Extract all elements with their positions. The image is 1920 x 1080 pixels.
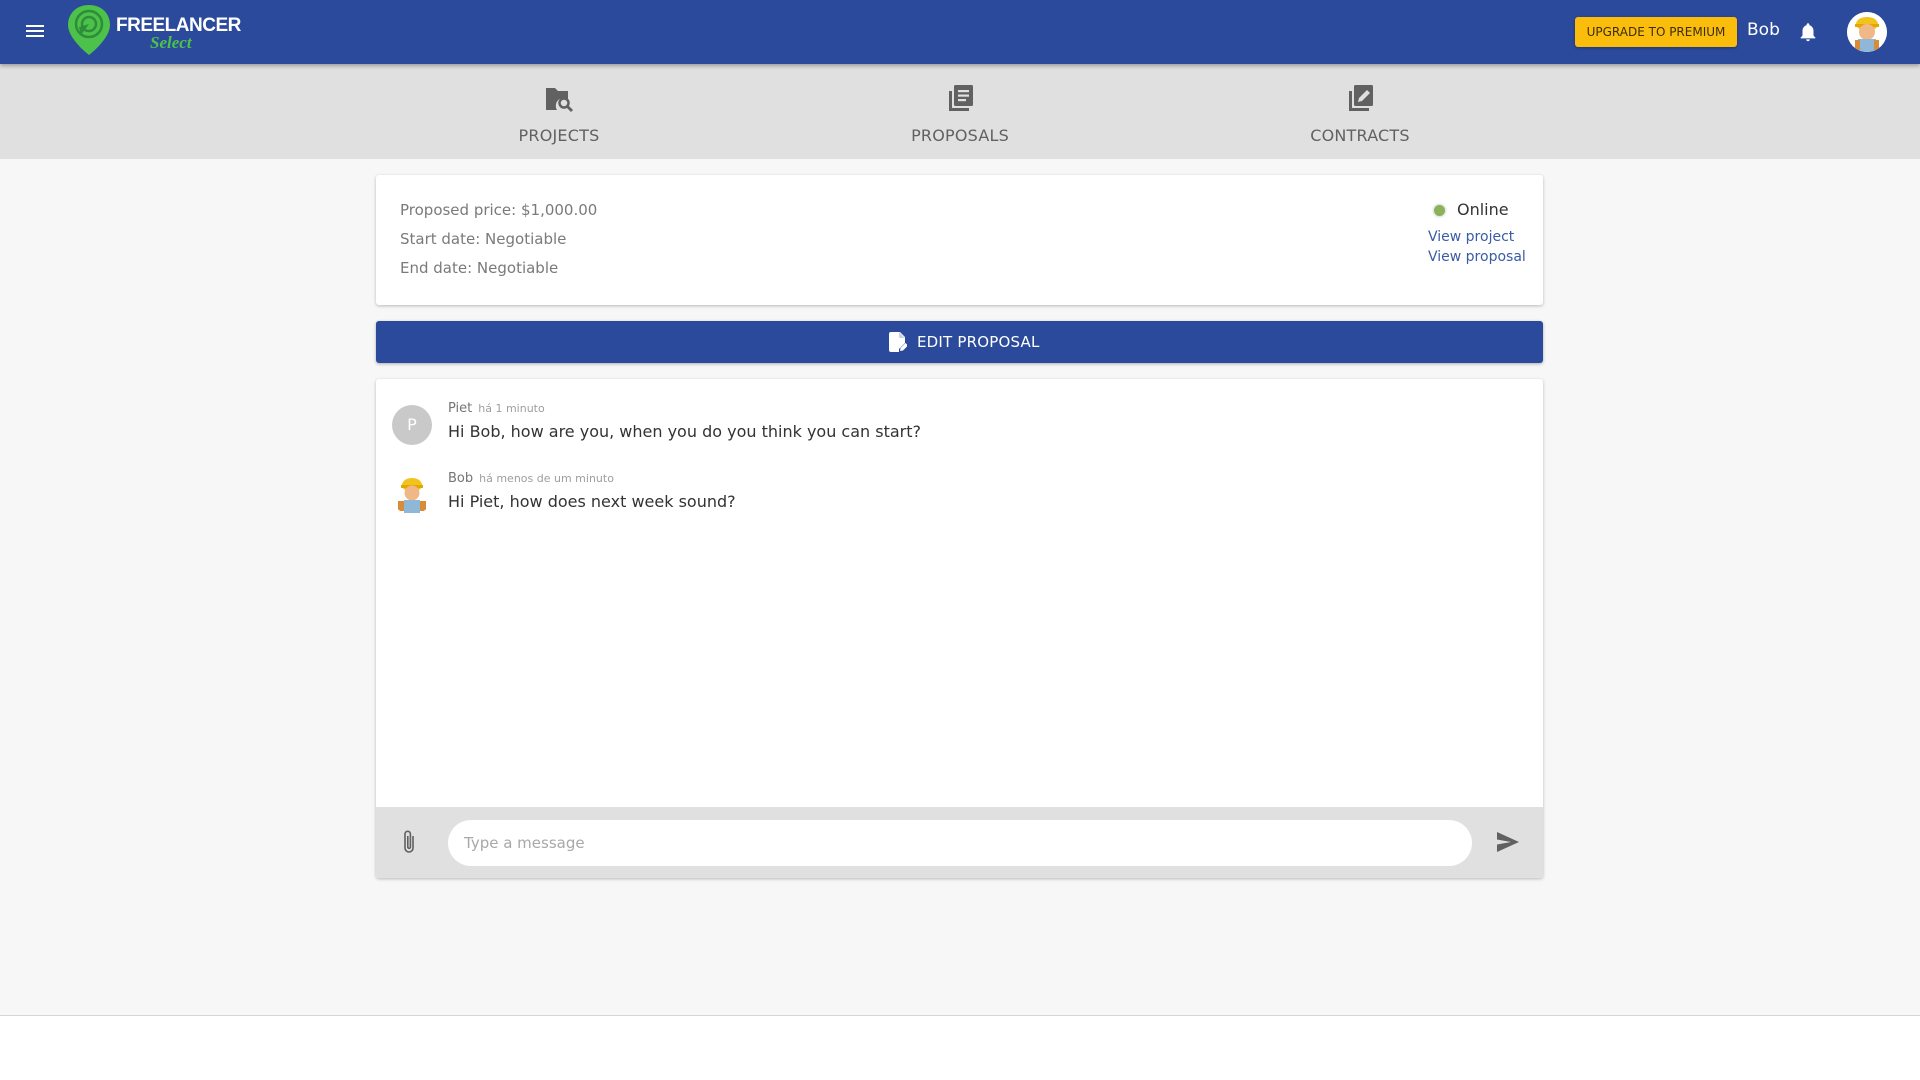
hamburger-menu-icon[interactable] bbox=[24, 22, 48, 42]
message-text: Hi Piet, how does next week sound? bbox=[448, 492, 736, 511]
message-author: Bob há menos de um minuto bbox=[448, 471, 614, 486]
app-header: FREELANCER Select UPGRADE TO PREMIUM Bob bbox=[0, 0, 1920, 64]
tab-label: CONTRACTS bbox=[1310, 126, 1410, 145]
tab-proposals[interactable]: PROPOSALS bbox=[860, 64, 1060, 159]
edit-document-icon bbox=[1349, 85, 1373, 111]
chat-panel: P Piet há 1 minuto Hi Bob, how are you, w… bbox=[376, 379, 1543, 878]
message-input[interactable] bbox=[448, 820, 1472, 866]
proposal-info-card: Proposed price: $1,000.00 Start date: Ne… bbox=[376, 175, 1543, 305]
edit-proposal-button[interactable]: EDIT PROPOSAL bbox=[376, 321, 1543, 363]
start-date: Start date: Negotiable bbox=[400, 230, 567, 248]
folder-search-icon bbox=[546, 88, 573, 112]
end-date: End date: Negotiable bbox=[400, 259, 559, 277]
message-text: Hi Bob, how are you, when you do you thi… bbox=[448, 422, 922, 441]
logo-pin-icon bbox=[68, 5, 110, 55]
tab-projects[interactable]: PROJECTS bbox=[459, 64, 659, 159]
send-icon[interactable] bbox=[1497, 832, 1519, 852]
document-list-icon bbox=[949, 85, 973, 111]
edit-file-icon bbox=[889, 332, 907, 352]
proposed-price: Proposed price: $1,000.00 bbox=[400, 201, 598, 219]
view-proposal-link[interactable]: View proposal bbox=[1428, 249, 1526, 265]
online-status-dot bbox=[1434, 205, 1445, 216]
message-composer bbox=[376, 807, 1543, 878]
user-avatar[interactable] bbox=[1847, 12, 1887, 52]
logo-subtext: Select bbox=[150, 33, 192, 52]
tab-label: PROPOSALS bbox=[911, 126, 1009, 145]
tab-contracts[interactable]: CONTRACTS bbox=[1260, 64, 1460, 159]
author-name: Bob bbox=[448, 471, 474, 486]
message-time: há 1 minuto bbox=[478, 402, 545, 415]
edit-proposal-label: EDIT PROPOSAL bbox=[917, 333, 1040, 351]
main-tabs: PROJECTS PROPOSALS CONTRACTS bbox=[0, 64, 1920, 159]
bob-avatar bbox=[398, 478, 426, 513]
bob-builder-avatar-icon bbox=[1847, 12, 1887, 52]
view-project-link[interactable]: View project bbox=[1428, 229, 1514, 245]
notification-bell-icon[interactable] bbox=[1797, 20, 1819, 44]
message-time: há menos de um minuto bbox=[479, 472, 614, 485]
chat-message: P Piet há 1 minuto Hi Bob, how are you, w… bbox=[392, 401, 1492, 461]
online-status: Online bbox=[1457, 200, 1509, 219]
freelancer-select-logo[interactable]: FREELANCER Select bbox=[66, 3, 246, 57]
author-name: Piet bbox=[448, 401, 473, 416]
user-name[interactable]: Bob bbox=[1747, 20, 1780, 40]
attachment-paperclip-icon[interactable] bbox=[402, 829, 416, 855]
message-author: Piet há 1 minuto bbox=[448, 401, 545, 416]
tab-label: PROJECTS bbox=[518, 126, 600, 145]
upgrade-to-premium-button[interactable]: UPGRADE TO PREMIUM bbox=[1575, 17, 1737, 47]
piet-avatar: P bbox=[392, 405, 432, 445]
chat-message: Bob há menos de um minuto Hi Piet, how do… bbox=[392, 471, 1492, 531]
